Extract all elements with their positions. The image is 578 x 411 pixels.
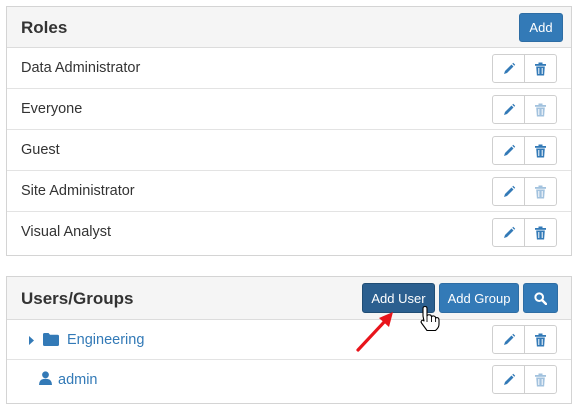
search-button[interactable] (523, 283, 558, 313)
role-label: Everyone (21, 101, 83, 117)
delete-role-button[interactable] (524, 177, 557, 206)
edit-role-button[interactable] (492, 136, 525, 165)
role-row: Everyone (7, 89, 571, 130)
caret-right-icon[interactable] (29, 336, 34, 345)
trash-icon (535, 226, 546, 239)
roles-panel-header: Roles Add (7, 7, 571, 48)
trash-icon (535, 144, 546, 157)
roles-panel: Roles Add Data Administrator Everyone Gu… (6, 6, 572, 256)
role-label: Guest (21, 142, 60, 158)
delete-group-button[interactable] (524, 325, 557, 354)
edit-user-button[interactable] (492, 365, 525, 394)
search-icon (534, 291, 547, 305)
pencil-icon (503, 103, 515, 115)
role-label: Data Administrator (21, 60, 141, 76)
role-actions (492, 95, 557, 124)
edit-group-button[interactable] (492, 325, 525, 354)
group-actions (492, 325, 557, 354)
role-row: Site Administrator (7, 171, 571, 212)
group-name-link[interactable]: Engineering (67, 332, 144, 348)
role-actions (492, 177, 557, 206)
users-groups-panel: Users/Groups Add User Add Group Engineer… (6, 276, 572, 404)
users-groups-title: Users/Groups (21, 289, 134, 308)
trash-icon (535, 62, 546, 75)
roles-title: Roles (21, 18, 68, 37)
user-icon (39, 371, 52, 385)
delete-role-button[interactable] (524, 218, 557, 247)
trash-icon (535, 103, 546, 116)
pencil-icon (503, 226, 515, 238)
add-group-button[interactable]: Add Group (439, 283, 519, 313)
delete-role-button[interactable] (524, 136, 557, 165)
annotation-arrow (356, 312, 393, 352)
pencil-icon (503, 185, 515, 197)
tree-row-user: admin (7, 360, 571, 400)
role-actions (492, 136, 557, 165)
role-row: Data Administrator (7, 48, 571, 89)
role-actions (492, 54, 557, 83)
role-row: Guest (7, 130, 571, 171)
user-name-link[interactable]: admin (58, 372, 98, 388)
pencil-icon (503, 333, 515, 345)
pencil-icon (503, 144, 515, 156)
trash-icon (535, 333, 546, 346)
pencil-icon (503, 373, 515, 385)
edit-role-button[interactable] (492, 95, 525, 124)
edit-role-button[interactable] (492, 177, 525, 206)
trash-icon (535, 185, 546, 198)
role-label: Site Administrator (21, 183, 135, 199)
trash-icon (535, 373, 546, 386)
users-groups-panel-header: Users/Groups Add User Add Group (7, 277, 571, 320)
role-row: Visual Analyst (7, 212, 571, 253)
hand-pointer-cursor (420, 305, 440, 332)
folder-icon (43, 333, 59, 346)
delete-user-button[interactable] (524, 365, 557, 394)
tree-row-group: Engineering (7, 320, 571, 360)
add-role-button[interactable]: Add (519, 13, 563, 42)
edit-role-button[interactable] (492, 218, 525, 247)
user-actions (492, 365, 557, 394)
edit-role-button[interactable] (492, 54, 525, 83)
delete-role-button[interactable] (524, 95, 557, 124)
role-label: Visual Analyst (21, 224, 112, 240)
role-actions (492, 218, 557, 247)
pencil-icon (503, 62, 515, 74)
delete-role-button[interactable] (524, 54, 557, 83)
